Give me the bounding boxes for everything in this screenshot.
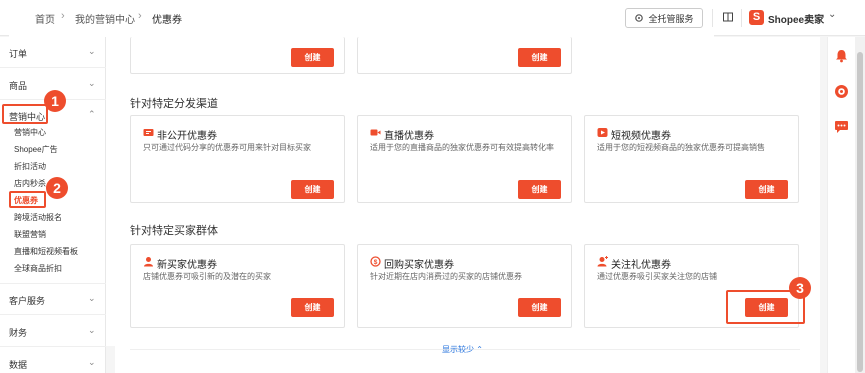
managed-service-label: 全托管服务 (648, 13, 694, 24)
voucher-card-repeat-buyer: $ 回购买家优惠券 针对近期在店内消费过的买家的店铺优惠券 创建 (357, 244, 572, 328)
breadcrumb-current: 优惠券 (152, 15, 182, 26)
sidebar-item-finance[interactable]: 财务 (9, 326, 27, 339)
voucher-card-partial: 创建 (357, 37, 572, 74)
card-title: 非公开优惠券 (157, 131, 217, 142)
card-description: 通过优惠券吸引买家关注您的店铺 (597, 272, 717, 281)
sidebar-item-global-discount[interactable]: 全球商品折扣 (14, 263, 62, 274)
gear-icon (635, 14, 644, 22)
voucher-card-live: 直播优惠券 适用于您的直播商品的独家优惠券可有效提高转化率 创建 (357, 115, 572, 203)
chevron-up-icon[interactable]: ⌃ (88, 109, 96, 120)
section-title-channel: 针对特定分发渠道 (130, 98, 218, 110)
voucher-card-short-video: 短视频优惠券 适用于您的短视频商品的独家优惠券可提高销售 创建 (584, 115, 799, 203)
sidebar-item-customer-service[interactable]: 客户服务 (9, 294, 45, 307)
create-button[interactable]: 创建 (745, 180, 788, 199)
chevron-down-icon[interactable]: ⌄ (88, 78, 96, 89)
divider (712, 9, 713, 27)
new-user-icon (144, 257, 153, 267)
chevron-right-icon: › (61, 10, 65, 22)
sidebar-item-affiliate[interactable]: 联盟营销 (14, 229, 46, 240)
step-marker-3: 3 (789, 277, 811, 299)
card-description: 店铺优惠券可吸引新的及潜在的买家 (143, 272, 271, 281)
notification-bell-icon[interactable] (835, 49, 848, 63)
sidebar-item-live-dashboard[interactable]: 直播和短视频看板 (14, 246, 78, 257)
divider (0, 283, 106, 284)
top-bar: S 首页 › 我的营销中心 › 优惠券 全托管服务 S Shopee卖家 ⌄ (0, 0, 865, 346)
divider (741, 9, 742, 27)
sidebar-item-products[interactable]: 商品 (9, 79, 27, 92)
card-description: 适用于您的直播商品的独家优惠券可有效提高转化率 (370, 143, 554, 152)
chevron-right-icon: › (138, 10, 142, 22)
scrollbar-thumb[interactable] (857, 52, 863, 372)
card-title: 回购买家优惠券 (384, 260, 454, 271)
card-description: 只可通过代码分享的优惠券可用来针对目标买家 (143, 143, 311, 152)
breadcrumb-home[interactable]: 首页 (35, 11, 55, 26)
card-title: 新买家优惠券 (157, 260, 217, 271)
chevron-down-icon[interactable]: ⌄ (88, 357, 96, 368)
seller-logo-icon: S (749, 10, 764, 25)
highlight-vouchers (9, 191, 46, 208)
create-button[interactable]: 创建 (291, 180, 334, 199)
sidebar-item-data[interactable]: 数据 (9, 358, 27, 371)
chevron-down-icon[interactable]: ⌄ (88, 293, 96, 304)
chevron-down-icon[interactable]: ⌄ (88, 46, 96, 57)
create-button[interactable]: 创建 (518, 180, 561, 199)
chevron-up-icon: ⌃ (476, 345, 483, 354)
voucher-card-private: 非公开优惠券 只可通过代码分享的优惠券可用来针对目标买家 创建 (130, 115, 345, 203)
card-title: 短视频优惠券 (611, 131, 671, 142)
step-marker-2: 2 (46, 177, 68, 199)
sidebar-item-shopee-ads[interactable]: Shopee广告 (14, 144, 58, 155)
voucher-card-new-buyer: 新买家优惠券 店铺优惠券可吸引新的及潜在的买家 创建 (130, 244, 345, 328)
divider (0, 67, 106, 68)
repeat-buyer-icon: $ (370, 256, 381, 267)
card-title: 关注礼优惠券 (611, 260, 671, 271)
sidebar-item-discount[interactable]: 折扣活动 (14, 161, 46, 172)
managed-service-button[interactable]: 全托管服务 (625, 8, 703, 28)
seller-account-label[interactable]: Shopee卖家 (768, 11, 824, 26)
sidebar-item-flash-sale[interactable]: 店内秒杀 (14, 178, 46, 189)
ticket-icon (143, 129, 154, 136)
step-marker-1: 1 (44, 90, 66, 112)
section-title-buyer: 针对特定买家群体 (130, 225, 218, 237)
divider (0, 314, 106, 315)
chevron-down-icon[interactable]: ⌄ (828, 9, 836, 20)
sidebar-item-marketing-center[interactable]: 营销中心 (14, 127, 46, 138)
create-button[interactable]: 创建 (518, 48, 561, 67)
customer-support-icon[interactable] (834, 84, 849, 99)
right-rail (827, 37, 855, 373)
book-icon[interactable] (722, 11, 734, 23)
card-description: 针对近期在店内消费过的买家的店铺优惠券 (370, 272, 522, 281)
svg-text:$: $ (374, 259, 378, 266)
video-play-icon (597, 128, 608, 137)
breadcrumb-marketing[interactable]: 我的营销中心 (75, 11, 135, 26)
voucher-card-partial: 创建 (130, 37, 345, 74)
sidebar-item-cross-border[interactable]: 跨境活动报名 (14, 212, 62, 223)
follow-user-icon (597, 256, 608, 267)
divider (0, 346, 106, 347)
create-button[interactable]: 创建 (518, 298, 561, 317)
live-camera-icon (370, 129, 381, 136)
chevron-down-icon[interactable]: ⌄ (88, 325, 96, 336)
sidebar-item-orders[interactable]: 订单 (9, 47, 27, 60)
card-title: 直播优惠券 (384, 131, 434, 142)
chat-icon[interactable] (834, 120, 849, 134)
show-less-link[interactable]: 显示较少 ⌃ (442, 344, 483, 355)
create-button[interactable]: 创建 (291, 298, 334, 317)
create-button[interactable]: 创建 (291, 48, 334, 67)
card-description: 适用于您的短视频商品的独家优惠券可提高销售 (597, 143, 765, 152)
highlight-marketing-center (2, 104, 48, 124)
